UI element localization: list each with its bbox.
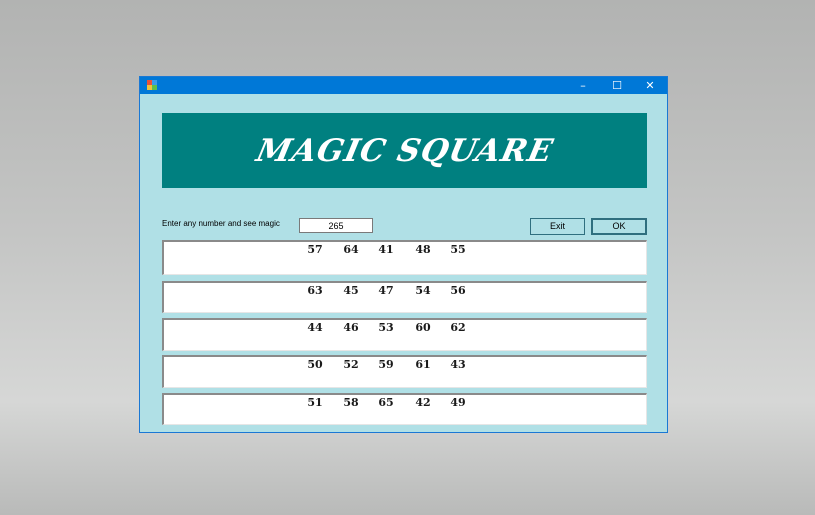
magic-row-3: 44 46 53 60 62 [162,318,647,351]
grid-cell: 62 [450,321,466,334]
grid-cell: 64 [343,243,359,256]
grid-cell: 55 [450,243,466,256]
grid-cell: 43 [450,358,466,371]
magic-row-2: 63 45 47 54 56 [162,281,647,313]
grid-cell: 57 [307,243,323,256]
grid-cell: 52 [343,358,359,371]
grid-cell: 56 [450,284,466,297]
grid-cell: 53 [378,321,394,334]
grid-cell: 51 [307,396,323,409]
ok-button[interactable]: OK [591,218,647,235]
number-input[interactable] [299,218,373,233]
grid-cell: 42 [415,396,431,409]
grid-cell: 50 [307,358,323,371]
title-banner: MAGIC SQUARE [162,113,647,188]
grid-cell: 54 [415,284,431,297]
grid-cell: 45 [343,284,359,297]
magic-square-window: – ☐ ✕ MAGIC SQUARE Enter any number and … [139,76,668,433]
app-icon[interactable] [147,80,157,90]
grid-cell: 63 [307,284,323,297]
banner-title: MAGIC SQUARE [252,132,557,169]
number-prompt-label: Enter any number and see magic [162,219,280,228]
grid-cell: 58 [343,396,359,409]
minimize-button[interactable]: – [566,77,600,94]
grid-cell: 61 [415,358,431,371]
grid-cell: 44 [307,321,323,334]
grid-cell: 65 [378,396,394,409]
exit-button[interactable]: Exit [530,218,585,235]
grid-cell: 48 [415,243,431,256]
title-bar[interactable]: – ☐ ✕ [140,77,667,94]
grid-cell: 47 [378,284,394,297]
grid-cell: 49 [450,396,466,409]
grid-cell: 46 [343,321,359,334]
client-area: MAGIC SQUARE Enter any number and see ma… [140,94,667,432]
magic-row-1: 57 64 41 48 55 [162,240,647,275]
grid-cell: 59 [378,358,394,371]
magic-row-4: 50 52 59 61 43 [162,355,647,388]
grid-cell: 41 [378,243,394,256]
magic-row-5: 51 58 65 42 49 [162,393,647,425]
maximize-button[interactable]: ☐ [600,77,634,94]
grid-cell: 60 [415,321,431,334]
close-button[interactable]: ✕ [633,77,667,94]
